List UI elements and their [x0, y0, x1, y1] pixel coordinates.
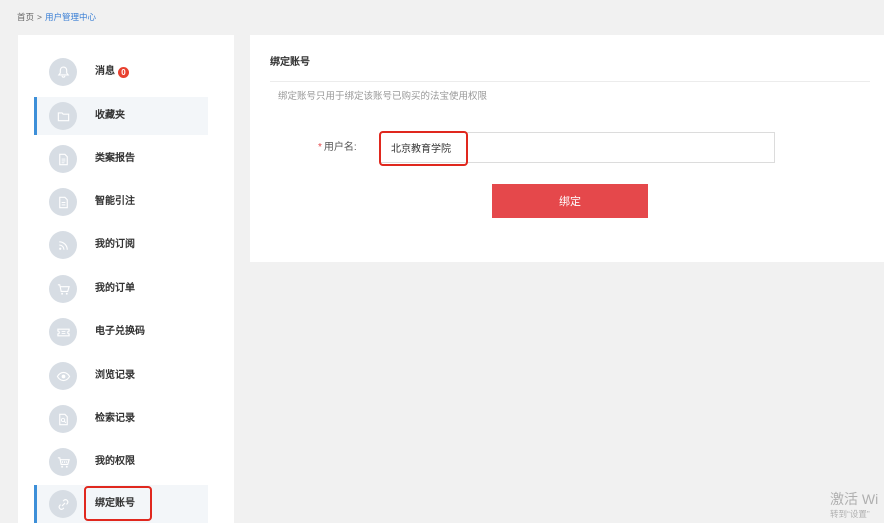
- citation-document-icon: [49, 188, 77, 216]
- unread-count-badge: 0: [118, 67, 129, 78]
- sidebar-item-favorites[interactable]: 收藏夹: [34, 97, 208, 135]
- sidebar-item-label: 检索记录: [95, 413, 135, 424]
- sidebar-item-search-history[interactable]: 检索记录: [34, 400, 208, 438]
- sidebar-item-messages[interactable]: 消息 0: [34, 53, 208, 91]
- cart-icon: [49, 448, 77, 476]
- breadcrumb-separator: >: [37, 12, 42, 22]
- sidebar-item-bind-account[interactable]: 绑定账号: [34, 485, 208, 523]
- sidebar-item-label: 我的权限: [95, 456, 135, 467]
- panel-description: 绑定账号只用于绑定该账号已购买的法宝使用权限: [278, 91, 488, 102]
- bell-icon: [49, 58, 77, 86]
- sidebar-item-label: 绑定账号: [95, 498, 135, 509]
- eye-icon: [49, 362, 77, 390]
- link-icon: [49, 490, 77, 518]
- watermark-line-1: 激活 Wi: [830, 491, 879, 507]
- folder-icon: [49, 102, 77, 130]
- sidebar: 消息 0 收藏夹 类案报告 智能引注 我的订阅 我的订单 电子兑换码 浏览记录 …: [18, 35, 234, 523]
- breadcrumb: 首页 > 用户管理中心: [17, 11, 96, 23]
- bind-account-panel: 绑定账号 绑定账号只用于绑定该账号已购买的法宝使用权限 *用户名: 绑定: [250, 35, 884, 262]
- sidebar-item-label: 电子兑换码: [95, 326, 145, 337]
- cart-icon: [49, 275, 77, 303]
- watermark-line-2: 转到“设置”: [830, 509, 870, 519]
- title-divider: [270, 81, 870, 82]
- sidebar-item-orders[interactable]: 我的订单: [34, 270, 208, 308]
- sidebar-item-redeem-codes[interactable]: 电子兑换码: [34, 313, 208, 351]
- breadcrumb-current-link[interactable]: 用户管理中心: [45, 12, 96, 22]
- bind-button[interactable]: 绑定: [492, 184, 648, 218]
- breadcrumb-home-link[interactable]: 首页: [17, 12, 34, 22]
- page-title: 绑定账号: [270, 57, 310, 68]
- sidebar-item-permissions[interactable]: 我的权限: [34, 443, 208, 481]
- sidebar-item-label: 收藏夹: [95, 110, 125, 121]
- username-label: * 用户名:: [318, 141, 357, 155]
- sidebar-item-label: 我的订阅: [95, 239, 135, 250]
- username-input[interactable]: [380, 132, 775, 163]
- sidebar-item-label: 浏览记录: [95, 370, 135, 381]
- search-document-icon: [49, 405, 77, 433]
- rss-icon: [49, 231, 77, 259]
- sidebar-item-label: 类案报告: [95, 153, 135, 164]
- sidebar-item-case-reports[interactable]: 类案报告: [34, 140, 208, 178]
- sidebar-item-smart-citation[interactable]: 智能引注: [34, 183, 208, 221]
- required-mark: *: [318, 142, 322, 153]
- ticket-icon: [49, 318, 77, 346]
- username-label-text: 用户名:: [323, 142, 357, 153]
- sidebar-item-subscriptions[interactable]: 我的订阅: [34, 226, 208, 264]
- sidebar-item-browse-history[interactable]: 浏览记录: [34, 357, 208, 395]
- sidebar-item-label: 智能引注: [95, 196, 135, 207]
- sidebar-item-label: 消息: [95, 66, 115, 77]
- sidebar-item-label: 我的订单: [95, 283, 135, 294]
- report-document-icon: [49, 145, 77, 173]
- activation-watermark: 激活 Wi 转到“设置”: [830, 490, 884, 520]
